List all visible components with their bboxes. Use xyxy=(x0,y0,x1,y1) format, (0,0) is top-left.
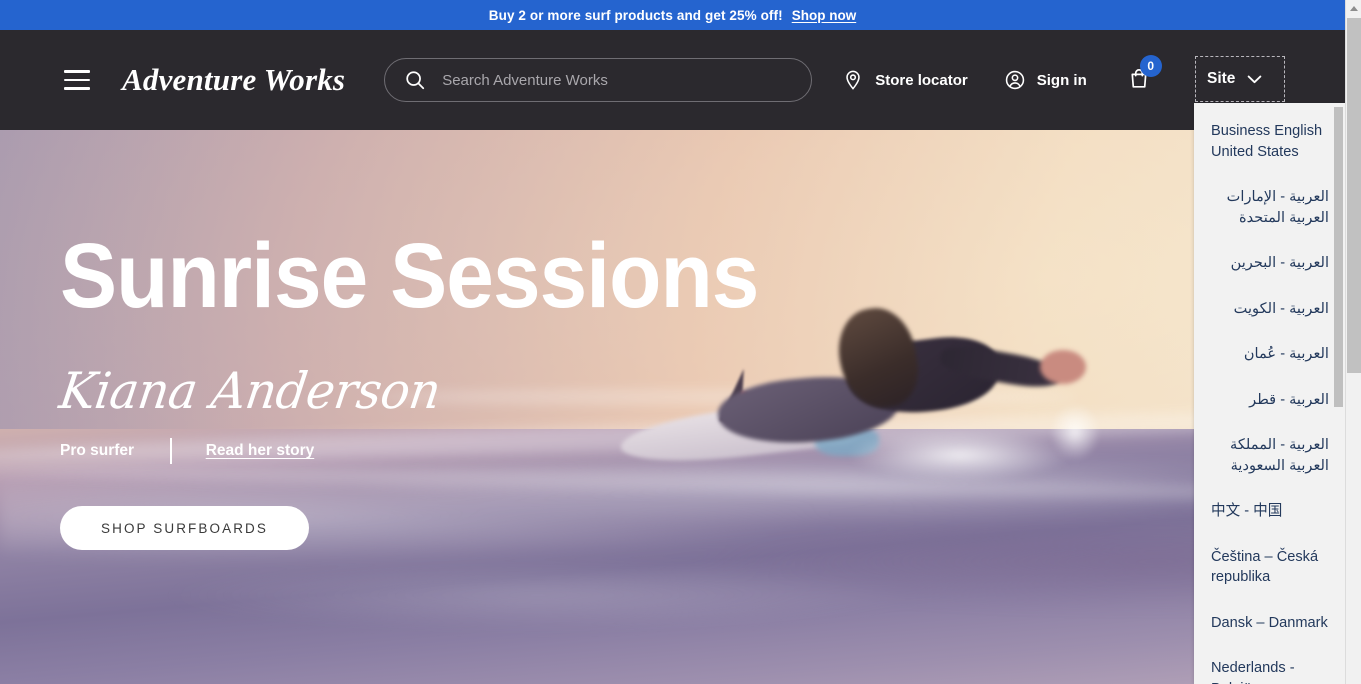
hero-athlete-role: Pro surfer xyxy=(60,442,135,459)
promo-shop-now-link[interactable]: Shop now xyxy=(792,8,857,23)
user-account-icon xyxy=(1005,70,1024,90)
site-option[interactable]: العربية - البحرين xyxy=(1211,249,1329,278)
hero-title: Sunrise Sessions xyxy=(60,225,759,327)
site-picker-dropdown: Business English United States العربية - … xyxy=(1194,103,1345,684)
chevron-down-icon xyxy=(1248,75,1262,83)
site-option[interactable]: العربية - عُمان xyxy=(1211,340,1329,369)
hero-meta-row: Pro surfer Read her story xyxy=(60,438,811,464)
browser-scrollbar[interactable] xyxy=(1345,0,1361,684)
shop-surfboards-button[interactable]: SHOP SURFBOARDS xyxy=(60,506,309,550)
sign-in-link[interactable]: Sign in xyxy=(1004,69,1087,91)
site-header: Adventure Works Store locator xyxy=(0,30,1345,130)
promo-banner: Buy 2 or more surf products and get 25% … xyxy=(0,0,1345,30)
scroll-up-arrow-icon[interactable] xyxy=(1346,0,1361,17)
hero-athlete-name: Kiana Anderson xyxy=(55,362,445,420)
site-option[interactable]: Nederlands - België xyxy=(1211,654,1329,684)
hamburger-menu-icon[interactable] xyxy=(64,70,90,90)
store-locator-link[interactable]: Store locator xyxy=(842,69,968,91)
site-option[interactable]: Čeština – Česká republika xyxy=(1211,543,1329,592)
page-root: Buy 2 or more surf products and get 25% … xyxy=(0,0,1361,684)
cart-count-badge: 0 xyxy=(1139,54,1162,77)
cart-button[interactable]: 0 xyxy=(1127,54,1162,95)
map-pin-icon xyxy=(846,70,860,90)
site-option[interactable]: العربية - المملكة العربية السعودية xyxy=(1211,431,1329,480)
site-option[interactable]: العربية - الإمارات العربية المتحدة xyxy=(1211,183,1329,232)
vertical-divider xyxy=(170,438,172,464)
hero-banner: Sunrise Sessions Kiana Anderson Pro surf… xyxy=(0,130,1345,684)
search-bar[interactable] xyxy=(384,58,813,102)
browser-scrollbar-thumb[interactable] xyxy=(1347,18,1361,373)
hero-content: Sunrise Sessions Kiana Anderson Pro surf… xyxy=(56,225,811,550)
promo-banner-text: Buy 2 or more surf products and get 25% … xyxy=(488,7,783,23)
hamburger-line xyxy=(64,70,90,73)
search-icon xyxy=(406,71,425,90)
surfer-hand xyxy=(1040,350,1086,384)
read-her-story-link[interactable]: Read her story xyxy=(206,442,315,460)
site-picker-button[interactable]: Site xyxy=(1195,56,1285,102)
site-picker-label: Site xyxy=(1207,70,1236,87)
hamburger-line xyxy=(64,78,90,82)
site-option-list: Business English United States العربية - … xyxy=(1194,117,1345,684)
header-nav: Store locator Sign in 0 xyxy=(842,54,1162,95)
site-option[interactable]: Dansk – Danmark xyxy=(1211,609,1329,638)
store-locator-label: Store locator xyxy=(875,71,968,89)
site-option[interactable]: 中文 - 中国 xyxy=(1211,497,1329,526)
hamburger-line xyxy=(64,87,90,90)
site-option[interactable]: العربية - قطر xyxy=(1211,386,1329,415)
site-option[interactable]: Business English United States xyxy=(1211,117,1329,166)
search-input[interactable] xyxy=(442,71,796,89)
dropdown-scrollbar-thumb[interactable] xyxy=(1334,107,1343,407)
brand-logo[interactable]: Adventure Works xyxy=(122,62,345,98)
site-option[interactable]: العربية - الكويت xyxy=(1211,295,1329,324)
sign-in-label: Sign in xyxy=(1036,71,1087,89)
water-spray xyxy=(1040,392,1110,472)
